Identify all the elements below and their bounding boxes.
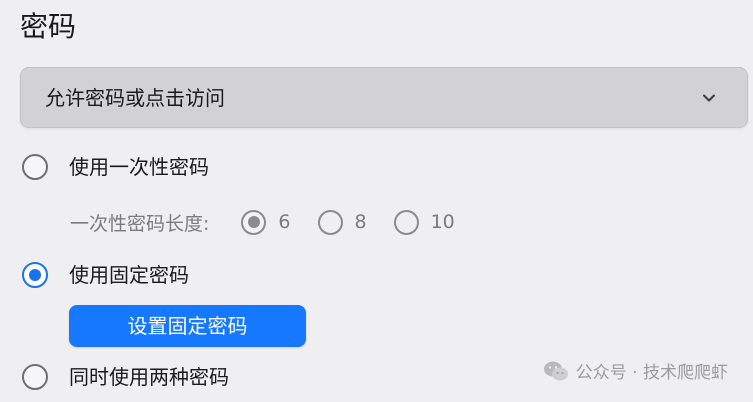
radio-label: 使用一次性密码 [69,155,209,179]
radio-option-one-time-password[interactable]: 使用一次性密码 [22,152,209,182]
radio-label: 同时使用两种密码 [69,365,229,389]
otp-length-option-10[interactable]: 10 [393,209,455,235]
radio-label: 使用固定密码 [69,263,189,287]
wechat-icon [543,361,568,380]
otp-length-row: 一次性密码长度: 6 8 10 [70,207,482,237]
radio-button[interactable] [22,364,48,390]
watermark-text: 公众号 · 技术爬爬虾 [575,363,728,383]
access-mode-dropdown[interactable]: 允许密码或点击访问 [20,67,748,128]
radio-button[interactable] [22,154,48,180]
chevron-down-icon [703,94,715,102]
watermark: 公众号 · 技术爬爬虾 [543,358,728,383]
radio-button[interactable] [317,209,343,235]
radio-button[interactable] [241,209,267,235]
radio-button[interactable] [22,262,48,288]
access-mode-value: 允许密码或点击访问 [45,86,225,110]
radio-option-both-passwords[interactable]: 同时使用两种密码 [22,362,229,392]
radio-option-fixed-password[interactable]: 使用固定密码 [22,260,189,290]
set-fixed-password-button[interactable]: 设置固定密码 [69,305,306,347]
otp-length-option-6[interactable]: 6 [241,209,291,235]
otp-length-option-label: 10 [430,211,455,233]
otp-length-label: 一次性密码长度: [70,212,210,235]
otp-length-option-label: 8 [354,211,367,233]
radio-button[interactable] [393,209,419,235]
otp-length-option-8[interactable]: 8 [317,209,367,235]
otp-length-option-label: 6 [278,211,291,233]
section-title: 密码 [20,10,77,43]
